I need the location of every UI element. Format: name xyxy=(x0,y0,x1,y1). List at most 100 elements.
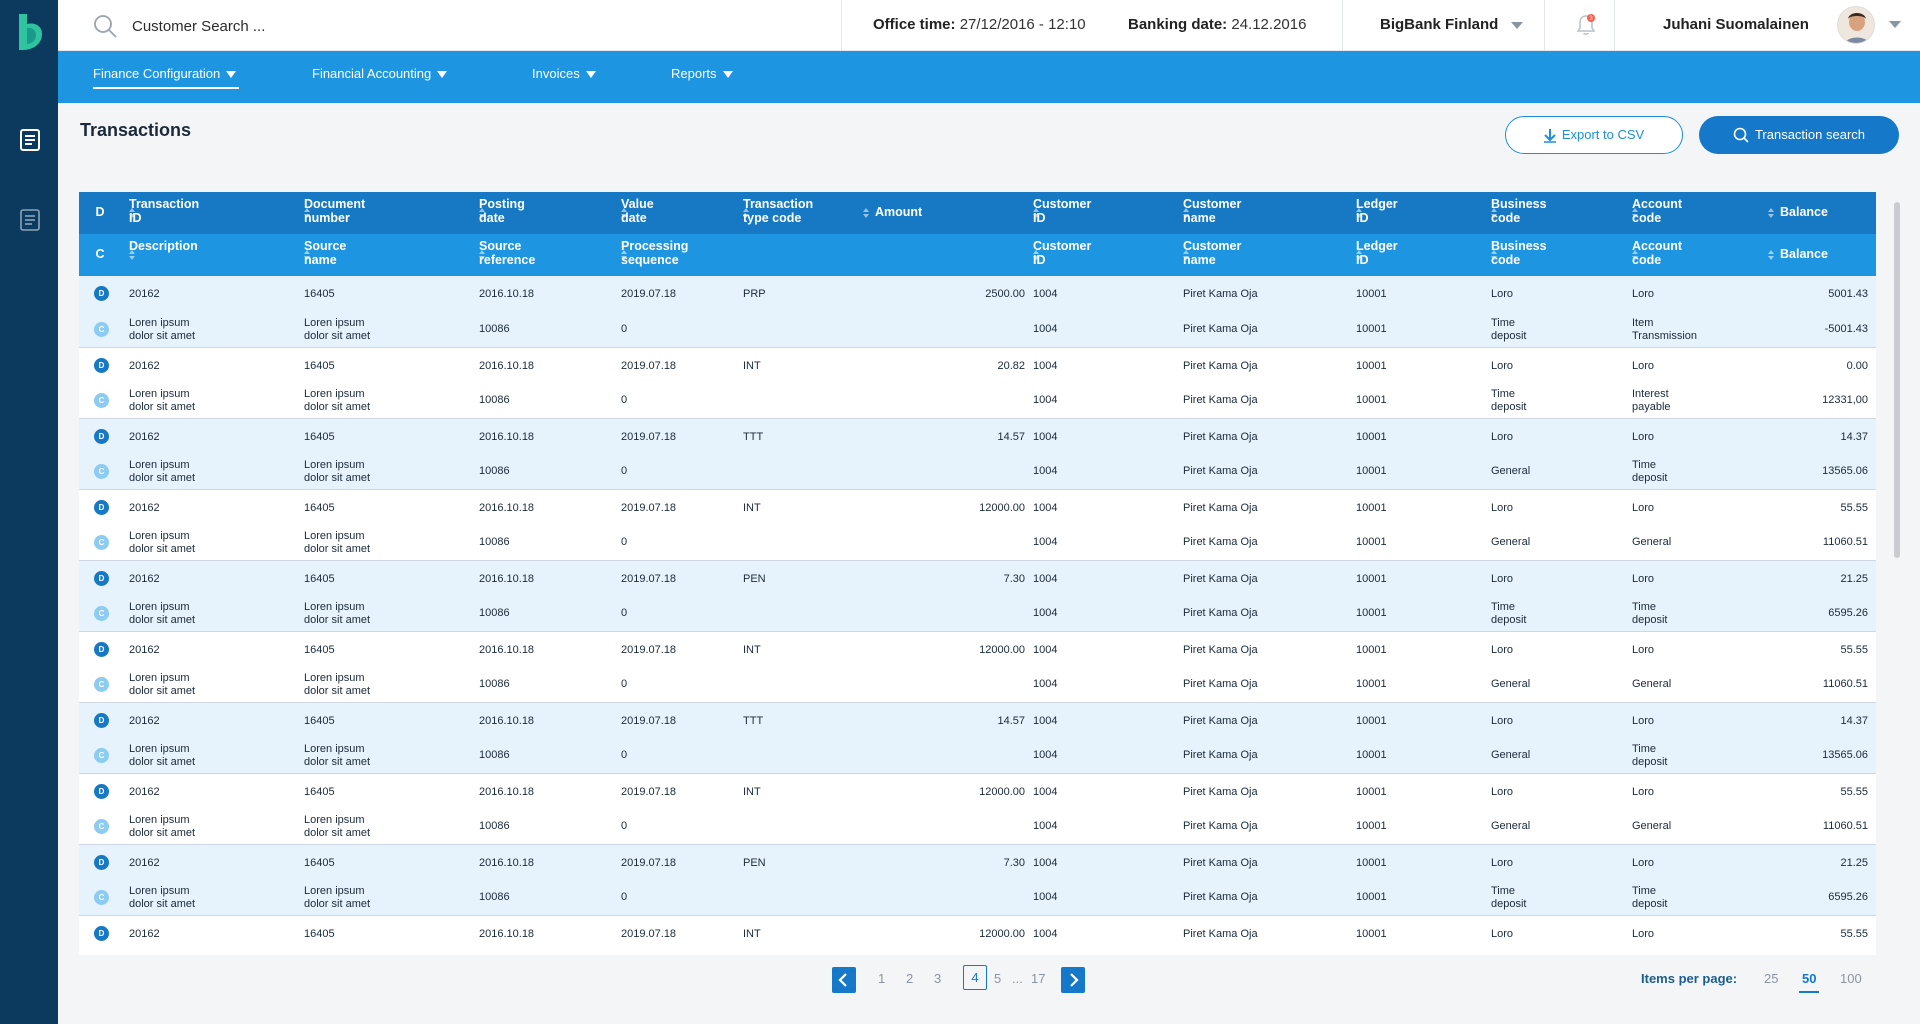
items-per-page-option[interactable]: 50 xyxy=(1798,971,1821,993)
cell-text: Piret Kama Oja xyxy=(1183,749,1258,761)
sort-icon[interactable] xyxy=(1356,249,1362,261)
debit-row[interactable]: D 20162 16405 2016.10.18 2019.07.18 PRP 2500.0… xyxy=(79,276,1876,311)
header-amount[interactable] xyxy=(847,234,1025,276)
items-per-page-option[interactable]: 25 xyxy=(1764,971,1778,986)
avatar[interactable] xyxy=(1837,6,1875,44)
sort-icon[interactable] xyxy=(1183,249,1189,261)
debit-row[interactable]: D 20162 16405 2016.10.18 2019.07.18 INT 12000.… xyxy=(79,631,1876,666)
header-customer-id[interactable]: Customer ID xyxy=(1025,234,1175,276)
sort-icon[interactable] xyxy=(1632,249,1638,261)
debit-row[interactable]: D 20162 16405 2016.10.18 2019.07.18 INT 12000.… xyxy=(79,489,1876,524)
nav-finance-configuration[interactable]: Finance Configuration xyxy=(93,66,240,89)
credit-row[interactable]: C Loren ipsum dolor sit amet Loren ipsum d… xyxy=(79,666,1876,702)
header-customer-id[interactable]: Customer ID xyxy=(1025,192,1175,234)
credit-row[interactable]: C Loren ipsum dolor sit amet Loren ipsum d… xyxy=(79,595,1876,631)
header-document-number[interactable]: Source name xyxy=(296,234,471,276)
debit-row[interactable]: D 20162 16405 2016.10.18 2019.07.18 INT 12000.… xyxy=(79,915,1876,950)
report-list-icon[interactable] xyxy=(18,208,42,232)
header-transaction-type[interactable] xyxy=(735,234,847,276)
sort-icon[interactable] xyxy=(621,207,627,219)
sort-icon[interactable] xyxy=(479,249,485,261)
page-number[interactable]: 1 xyxy=(878,971,885,986)
cell-amount: 14.57 xyxy=(847,419,1025,453)
sort-icon[interactable] xyxy=(1768,207,1774,219)
nav-reports[interactable]: Reports xyxy=(671,66,733,81)
sort-icon[interactable] xyxy=(304,207,310,219)
credit-row[interactable]: C Loren ipsum dolor sit amet Loren ipsum d… xyxy=(79,737,1876,773)
debit-row[interactable]: D 20162 16405 2016.10.18 2019.07.18 INT 20.82 1… xyxy=(79,347,1876,382)
sort-icon[interactable] xyxy=(1491,207,1497,219)
header-value-date[interactable]: Processing sequence xyxy=(613,234,735,276)
download-icon xyxy=(1543,128,1556,143)
debit-row[interactable]: D 20162 16405 2016.10.18 2019.07.18 INT 12000.… xyxy=(79,773,1876,808)
header-customer-name[interactable]: Customer name xyxy=(1175,192,1348,234)
sort-icon[interactable] xyxy=(1768,249,1774,261)
credit-row[interactable]: C Loren ipsum dolor sit amet Loren ipsum d… xyxy=(79,453,1876,489)
sort-icon[interactable] xyxy=(129,249,135,261)
user-menu-chevron-icon[interactable] xyxy=(1889,21,1901,28)
header-balance[interactable]: Balance xyxy=(1752,234,1876,276)
page-number[interactable]: 2 xyxy=(906,971,913,986)
bank-selector[interactable]: BigBank Finland xyxy=(1380,16,1523,33)
header-ledger-id[interactable]: Ledger ID xyxy=(1348,234,1483,276)
header-posting-date[interactable]: Posting date xyxy=(471,192,613,234)
nav-financial-accounting[interactable]: Financial Accounting xyxy=(312,66,448,81)
cell-account-code: General xyxy=(1624,666,1752,702)
cell-balance: 14.37 xyxy=(1752,703,1876,737)
header-value-date[interactable]: Value date xyxy=(613,192,735,234)
document-list-icon[interactable] xyxy=(18,128,42,152)
header-business-code[interactable]: Business code xyxy=(1483,192,1624,234)
header-document-number[interactable]: Document number xyxy=(296,192,471,234)
header-balance[interactable]: Balance xyxy=(1752,192,1876,234)
sort-icon[interactable] xyxy=(1491,249,1497,261)
sort-icon[interactable] xyxy=(1632,207,1638,219)
sort-icon[interactable] xyxy=(1183,207,1189,219)
sort-icon[interactable] xyxy=(304,249,310,261)
next-page-button[interactable] xyxy=(1061,967,1085,993)
cell-text: 10086 xyxy=(479,678,510,690)
cell-customer-name: Piret Kama Oja xyxy=(1175,845,1348,879)
credit-row[interactable]: C Loren ipsum dolor sit amet Loren ipsum d… xyxy=(79,382,1876,418)
credit-row[interactable]: C Loren ipsum dolor sit amet Loren ipsum d… xyxy=(79,879,1876,915)
sort-icon[interactable] xyxy=(1356,207,1362,219)
credit-row[interactable]: C Loren ipsum dolor sit amet Loren ipsum d… xyxy=(79,524,1876,560)
user-name[interactable]: Juhani Suomalainen xyxy=(1663,16,1809,33)
page-number[interactable]: 3 xyxy=(934,971,941,986)
sort-icon[interactable] xyxy=(129,207,135,219)
header-amount[interactable]: Amount xyxy=(847,192,1025,234)
sort-icon[interactable] xyxy=(743,207,749,219)
header-posting-date[interactable]: Source reference xyxy=(471,234,613,276)
debit-row[interactable]: D 20162 16405 2016.10.18 2019.07.18 PEN 7.30 10… xyxy=(79,844,1876,879)
header-transaction-id[interactable]: Transaction ID xyxy=(121,192,296,234)
page-number[interactable]: 17 xyxy=(1031,971,1045,986)
debit-row[interactable]: D 20162 16405 2016.10.18 2019.07.18 TTT 14.57 1… xyxy=(79,702,1876,737)
header-transaction-type[interactable]: Transaction type code xyxy=(735,192,847,234)
header-transaction-id[interactable]: Description xyxy=(121,234,296,276)
credit-row[interactable]: C Loren ipsum dolor sit amet Loren ipsum d… xyxy=(79,311,1876,347)
scrollbar[interactable] xyxy=(1894,202,1900,558)
debit-row[interactable]: D 20162 16405 2016.10.18 2019.07.18 TTT 14.57 1… xyxy=(79,418,1876,453)
sort-icon[interactable] xyxy=(1033,207,1039,219)
page-number[interactable]: 5 xyxy=(994,971,1001,986)
sort-icon[interactable] xyxy=(863,207,869,219)
prev-page-button[interactable] xyxy=(832,967,856,993)
page-number[interactable]: 4 xyxy=(963,965,987,990)
export-csv-button[interactable]: Export to CSV xyxy=(1505,116,1683,154)
bell-icon[interactable]: 3 xyxy=(1574,13,1598,37)
debit-row[interactable]: D 20162 16405 2016.10.18 2019.07.18 PEN 7.30 10… xyxy=(79,560,1876,595)
items-per-page-option[interactable]: 100 xyxy=(1840,971,1862,986)
cell-balance: 11060.51 xyxy=(1752,666,1876,702)
nav-invoices[interactable]: Invoices xyxy=(532,66,596,81)
sort-icon[interactable] xyxy=(1033,249,1039,261)
sort-icon[interactable] xyxy=(479,207,485,219)
header-account-code[interactable]: Account code xyxy=(1624,192,1752,234)
header-business-code[interactable]: Business code xyxy=(1483,234,1624,276)
header-customer-name[interactable]: Customer name xyxy=(1175,234,1348,276)
credit-row[interactable]: C Loren ipsum dolor sit amet Loren ipsum d… xyxy=(79,808,1876,844)
header-ledger-id[interactable]: Ledger ID xyxy=(1348,192,1483,234)
customer-search-input[interactable] xyxy=(132,12,432,40)
sort-icon[interactable] xyxy=(621,249,627,261)
header-account-code[interactable]: Account code xyxy=(1624,234,1752,276)
transaction-search-button[interactable]: Transaction search xyxy=(1699,116,1899,154)
search-icon[interactable] xyxy=(92,13,118,39)
